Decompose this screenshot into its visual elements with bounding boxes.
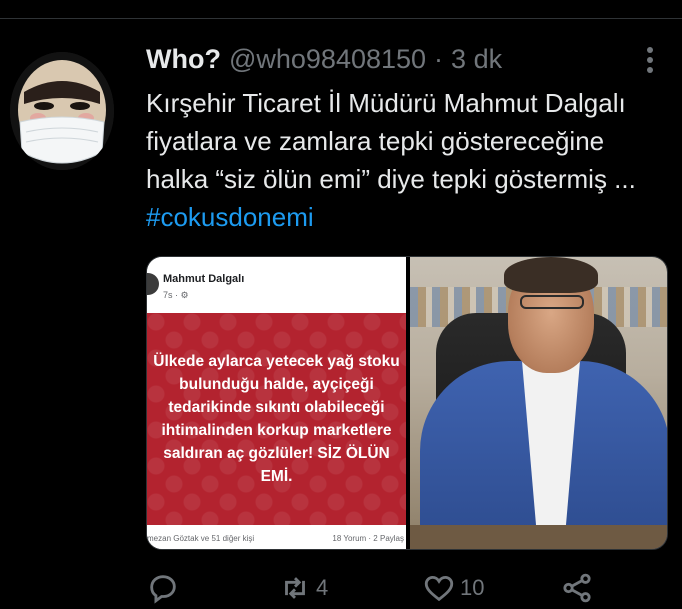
tweet-text: Kırşehir Ticaret İl Müdürü Mahmut Dalgal…	[146, 84, 666, 236]
user-handle[interactable]: @who98408150	[229, 44, 426, 75]
glasses	[520, 295, 584, 309]
hashtag-link[interactable]: #cokusdonemi	[146, 202, 314, 232]
retweet-icon	[285, 577, 305, 599]
display-name[interactable]: Who?	[146, 44, 221, 75]
fb-likes: mezan Göztak ve 51 diğer kişi	[147, 534, 255, 543]
share-icon	[563, 573, 591, 603]
share-button[interactable]	[560, 568, 594, 608]
top-divider	[0, 18, 682, 19]
desk	[410, 525, 667, 549]
hair	[504, 257, 598, 293]
more-icon[interactable]	[638, 44, 662, 76]
facebook-post-screenshot[interactable]: Mahmut Dalgalı 7s · ⚙ Ülkede aylarca yet…	[147, 257, 406, 549]
masked-face-avatar-image	[10, 52, 114, 170]
tweet-header: Who? @who98408150 · 3 dk	[146, 44, 502, 78]
fb-post-header: Mahmut Dalgalı 7s · ⚙	[147, 257, 406, 313]
like-count: 10	[460, 575, 485, 600]
fb-post-footer: mezan Göztak ve 51 diğer kişi 18 Yorum ·…	[147, 525, 406, 549]
retweet-button[interactable]: 4	[278, 568, 328, 608]
portrait-photo[interactable]	[410, 257, 667, 549]
fb-post-meta: 7s · ⚙	[163, 290, 189, 300]
fb-quote-text: Ülkede aylarca yetecek yağ stoku bulundu…	[153, 353, 400, 485]
fb-author-name: Mahmut Dalgalı	[163, 273, 245, 285]
retweet-count: 4	[316, 575, 329, 600]
tweet-media[interactable]: Mahmut Dalgalı 7s · ⚙ Ülkede aylarca yet…	[146, 256, 668, 550]
tweet-actions: 4 10	[146, 568, 616, 608]
timestamp[interactable]: 3 dk	[451, 44, 502, 75]
fb-avatar	[147, 273, 159, 295]
like-button[interactable]: 10	[422, 568, 484, 608]
reply-button[interactable]	[146, 568, 184, 608]
separator-dot: ·	[434, 44, 444, 74]
fb-quote-card: Ülkede aylarca yetecek yağ stoku bulundu…	[147, 313, 406, 525]
like-icon	[424, 575, 454, 602]
avatar[interactable]	[10, 52, 114, 170]
reply-icon	[150, 575, 176, 604]
fb-comments: 18 Yorum · 2 Paylaş	[332, 534, 404, 543]
tweet-body: Kırşehir Ticaret İl Müdürü Mahmut Dalgal…	[146, 88, 636, 194]
